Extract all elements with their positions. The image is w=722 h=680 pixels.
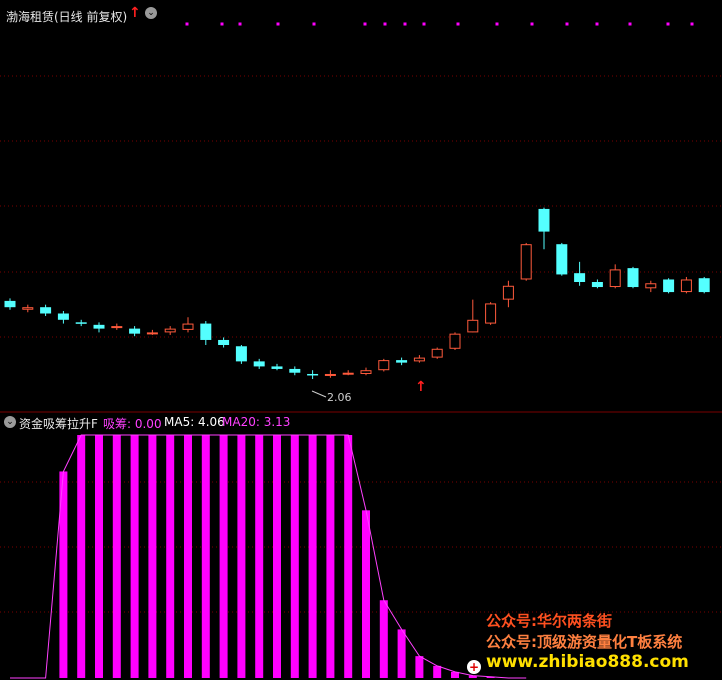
candle-body	[4, 300, 16, 308]
candle-body	[129, 328, 141, 334]
candle-body	[200, 323, 212, 340]
histogram-bar	[255, 435, 264, 678]
candle-body	[396, 360, 408, 363]
histogram-bar	[397, 629, 406, 678]
candle-body	[698, 278, 710, 293]
buy-signal-arrow: ↑	[415, 379, 427, 395]
ma20-value-label: MA20: 3.13	[222, 415, 291, 429]
candle-body	[413, 357, 425, 362]
candle-body	[218, 339, 230, 345]
candle-body	[75, 322, 87, 324]
candle-body	[182, 323, 194, 330]
main-panel-title: 渤海租赁(日线 前复权)	[6, 10, 128, 24]
candle-body	[520, 244, 532, 280]
candle-body	[57, 313, 69, 320]
histogram-bar	[415, 656, 424, 678]
signal-dot	[628, 22, 632, 26]
signal-dot	[690, 22, 694, 26]
signal-dot	[383, 22, 387, 26]
candle-body	[502, 285, 514, 300]
sub-panel-menu-button[interactable]: ⌄	[4, 416, 16, 428]
low-price-label: 2.06	[327, 391, 352, 404]
candle-body	[307, 373, 319, 376]
candle-body	[609, 269, 621, 288]
main-panel-menu-button[interactable]: ⌄	[145, 7, 157, 19]
histogram-bar	[273, 435, 281, 678]
gridlines	[0, 22, 722, 613]
candle-body	[591, 282, 603, 288]
candle-body	[235, 346, 247, 362]
histogram-bar	[379, 600, 388, 678]
candle-body	[680, 279, 692, 293]
histogram-bar	[433, 665, 442, 678]
histogram-bar	[237, 435, 246, 678]
candle-body	[146, 332, 158, 335]
signal-dot	[403, 22, 407, 26]
histogram-bar	[148, 435, 157, 678]
candle-body	[40, 307, 52, 314]
candle-body	[627, 268, 639, 288]
sub-panel-title: 资金吸筹拉升F	[19, 417, 98, 431]
signal-dot	[666, 22, 670, 26]
ma5-value-label: MA5: 4.06	[164, 415, 225, 429]
candle-body	[663, 279, 675, 293]
histogram-bar	[184, 435, 192, 678]
signal-dot	[185, 22, 189, 26]
candle-body	[360, 370, 372, 374]
candle-body	[431, 348, 443, 358]
candle-body	[485, 303, 497, 324]
histogram-bar	[77, 435, 86, 678]
signal-dot	[595, 22, 599, 26]
candle-body	[164, 328, 176, 333]
signal-dot	[456, 22, 460, 26]
candle-body	[111, 326, 123, 329]
histogram-bar	[308, 435, 317, 678]
histogram-bar	[112, 435, 121, 678]
signal-dot	[312, 22, 316, 26]
candle-body	[556, 244, 568, 275]
histogram-bar	[326, 435, 335, 678]
signal-dot	[565, 22, 569, 26]
bar-series	[59, 435, 495, 678]
signal-dot	[422, 22, 426, 26]
signal-arrow-icon: ↑	[129, 5, 141, 21]
histogram-bar	[166, 435, 175, 678]
candle-body	[22, 307, 34, 310]
histogram-bar	[201, 435, 210, 678]
watermark-line-2: 公众号:顶级游资量化T板系统	[486, 633, 683, 651]
candlestick-series	[4, 207, 710, 380]
candle-body	[449, 333, 461, 349]
histogram-bar	[290, 435, 299, 678]
low-marker-line	[311, 390, 327, 398]
histogram-bar	[219, 435, 228, 678]
candle-body	[93, 324, 105, 329]
plus-icon: +	[467, 660, 481, 674]
signal-dot	[530, 22, 534, 26]
candle-body	[467, 319, 479, 333]
signal-dot	[363, 22, 367, 26]
histogram-bar	[362, 510, 370, 678]
candle-body	[271, 366, 283, 369]
histogram-bar	[130, 435, 139, 678]
candle-body	[645, 283, 657, 289]
candle-body	[378, 360, 390, 371]
candle-body	[538, 208, 550, 232]
bar-envelope-line	[10, 434, 527, 679]
watermark-url: www.zhibiao888.com	[486, 652, 689, 672]
watermark-line-1: 公众号:华尔两条街	[486, 612, 612, 630]
xichou-value-label: 吸筹: 0.00	[103, 417, 162, 431]
signal-dot	[495, 22, 499, 26]
histogram-bar	[95, 435, 103, 678]
signal-dot	[276, 22, 280, 26]
candle-body	[324, 373, 336, 376]
signal-dot	[238, 22, 242, 26]
signal-dot	[220, 22, 224, 26]
candle-body	[342, 372, 354, 375]
candle-body	[574, 273, 586, 282]
candle-body	[289, 368, 301, 373]
histogram-bar	[344, 435, 353, 678]
candle-body	[253, 361, 265, 367]
chart-canvas: 2.06 ↑	[0, 22, 722, 679]
